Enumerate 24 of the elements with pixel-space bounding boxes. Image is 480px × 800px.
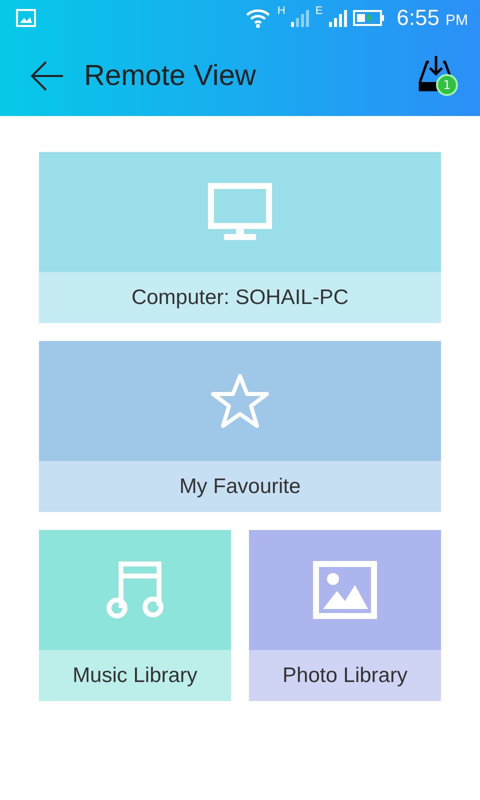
image-icon: [313, 561, 377, 619]
network-type-label: H: [277, 5, 286, 17]
tile-label: Music Library: [39, 650, 231, 701]
library-tile[interactable]: Photo Library: [249, 530, 441, 701]
signal-icon: [328, 9, 347, 27]
star-icon: [210, 373, 270, 429]
screen-title: Remote View: [84, 60, 256, 92]
tile-label: My Favourite: [39, 461, 441, 512]
network-type-label: E: [315, 5, 323, 17]
back-arrow-icon[interactable]: [30, 61, 64, 91]
library-tile[interactable]: Computer: SOHAIL-PC: [39, 152, 441, 323]
tile-label: Computer: SOHAIL-PC: [39, 272, 441, 323]
monitor-icon: [208, 183, 272, 241]
clock-meridiem: PM: [446, 12, 468, 28]
signal-icon: [291, 9, 310, 27]
music-note-icon: [105, 560, 165, 620]
notification-badge: 1: [436, 74, 458, 96]
clock-time: 6:55: [396, 5, 440, 31]
library-tile[interactable]: My Favourite: [39, 341, 441, 512]
battery-charging-icon: [352, 9, 385, 27]
tile-label: Photo Library: [249, 650, 441, 701]
library-tile[interactable]: Music Library: [39, 530, 231, 701]
image-notification-icon: [16, 9, 36, 27]
wifi-icon: [245, 8, 272, 28]
